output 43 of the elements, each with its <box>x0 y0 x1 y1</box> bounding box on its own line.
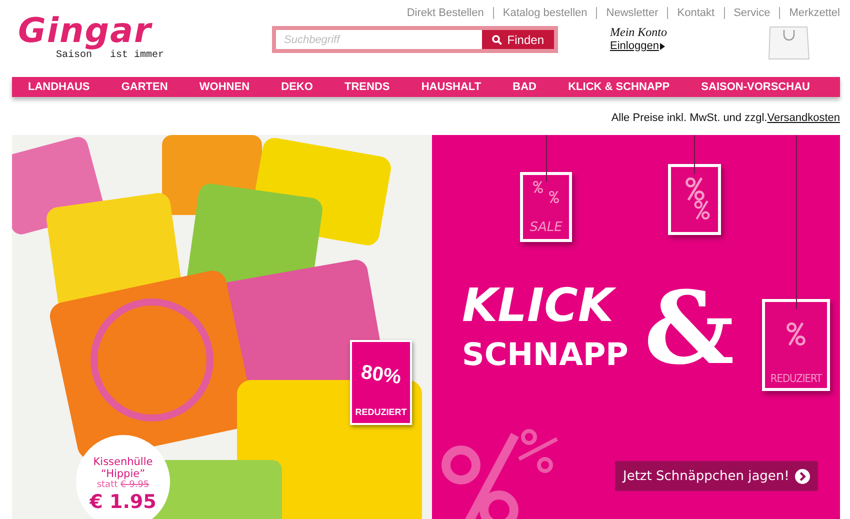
nav-link[interactable]: WOHNEN <box>199 81 250 93</box>
price-note: Alle Preise inkl. MwSt. und zzgl.Versandkosten <box>611 112 840 126</box>
search-icon <box>492 34 502 44</box>
percent-icon <box>692 199 710 221</box>
arrow-right-icon <box>795 468 810 484</box>
tagline: Saison <box>56 50 92 61</box>
nav-link[interactable]: LANDHAUS <box>28 81 90 93</box>
nav-link[interactable]: BAD <box>512 81 536 93</box>
search-field[interactable]: Suchbegriff Finden <box>272 26 558 53</box>
top-link[interactable]: Merkzettel <box>779 7 840 19</box>
nav-link[interactable]: GARTEN <box>121 81 168 93</box>
nav-link[interactable]: SAISON-VORSCHAU <box>701 81 810 93</box>
product-name: “Hippie” <box>100 468 146 480</box>
shipping-link[interactable]: Versandkosten <box>767 112 840 124</box>
top-link[interactable]: Kontakt <box>667 7 715 19</box>
cta-button[interactable]: Jetzt Schnäppchen jagen! <box>615 461 818 491</box>
top-link[interactable]: Service <box>724 7 770 19</box>
nav-link[interactable]: TRENDS <box>344 81 390 93</box>
nav-link[interactable]: HAUSHALT <box>421 81 482 93</box>
ampersand: & <box>644 273 734 383</box>
nav-link[interactable]: KLICK & SCHNAPP <box>568 81 670 93</box>
percent-icon <box>532 180 544 194</box>
discount-value: 80% <box>360 361 402 390</box>
percent-icon <box>785 320 807 348</box>
tagline: ist immer <box>110 50 164 61</box>
login-link[interactable]: Einloggen <box>610 40 667 52</box>
tag-label: SALE <box>530 220 562 235</box>
product-name: Kissenhülle <box>93 456 153 468</box>
top-link[interactable]: Direkt Bestellen <box>406 7 484 19</box>
sale-price: € 1.95 <box>90 492 156 514</box>
top-link[interactable]: Newsletter <box>596 7 658 19</box>
top-link[interactable]: Katalog bestellen <box>492 7 588 19</box>
discount-label: REDUZIERT <box>355 407 407 417</box>
logo-wordmark[interactable]: Gingar <box>18 12 152 50</box>
percent-icon <box>684 175 706 203</box>
percent-icon <box>548 190 560 204</box>
caret-icon <box>660 42 665 50</box>
tag-label: REDUZIERT <box>770 372 822 385</box>
nav-link[interactable]: DEKO <box>281 81 313 93</box>
search-button[interactable]: Finden <box>482 30 554 49</box>
account-title: Mein Konto <box>610 25 667 40</box>
headline: SCHNAPP <box>462 336 628 375</box>
old-price: statt € 9.95 <box>96 480 150 490</box>
